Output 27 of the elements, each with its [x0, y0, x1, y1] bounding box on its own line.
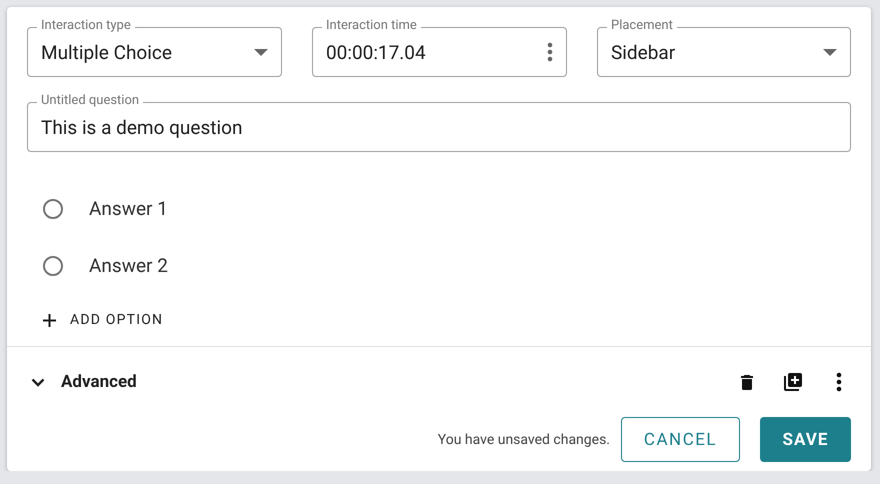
trash-icon [741, 374, 753, 390]
plus-icon [43, 314, 56, 326]
radio-button[interactable] [43, 198, 63, 218]
dropdown-icon[interactable] [254, 48, 268, 56]
duplicate-button[interactable] [781, 370, 805, 394]
radio-button[interactable] [43, 256, 63, 276]
input-field[interactable]: Untitled question This is a demo question [27, 94, 851, 152]
field-value: Sidebar [611, 40, 676, 64]
field-value: This is a demo question [41, 116, 242, 138]
copy-plus-icon [784, 373, 802, 391]
chevron-icon [31, 378, 45, 386]
cancel-button[interactable]: CANCEL [621, 417, 740, 462]
advanced-toggle[interactable]: Advanced [31, 372, 137, 392]
field-label: Interaction type [37, 19, 135, 33]
status-message: You have unsaved changes. [438, 432, 610, 448]
dropdown-icon[interactable] [823, 48, 837, 56]
field-value: 00:00:17.04 [326, 40, 426, 64]
field-value: Multiple Choice [41, 40, 172, 64]
input-field[interactable]: Interaction time 00:00:17.04 [312, 19, 567, 77]
more-icon[interactable] [836, 372, 842, 392]
field-label: Untitled question [37, 94, 144, 108]
answer-label: Answer 1 [89, 197, 168, 220]
select-field[interactable]: Interaction type Multiple Choice [27, 19, 282, 77]
select-field[interactable]: Placement Sidebar [597, 19, 851, 77]
answer-label: Answer 2 [89, 254, 168, 277]
save-button[interactable]: SAVE [760, 417, 851, 462]
add-option-button[interactable]: ADD OPTION [35, 308, 172, 332]
